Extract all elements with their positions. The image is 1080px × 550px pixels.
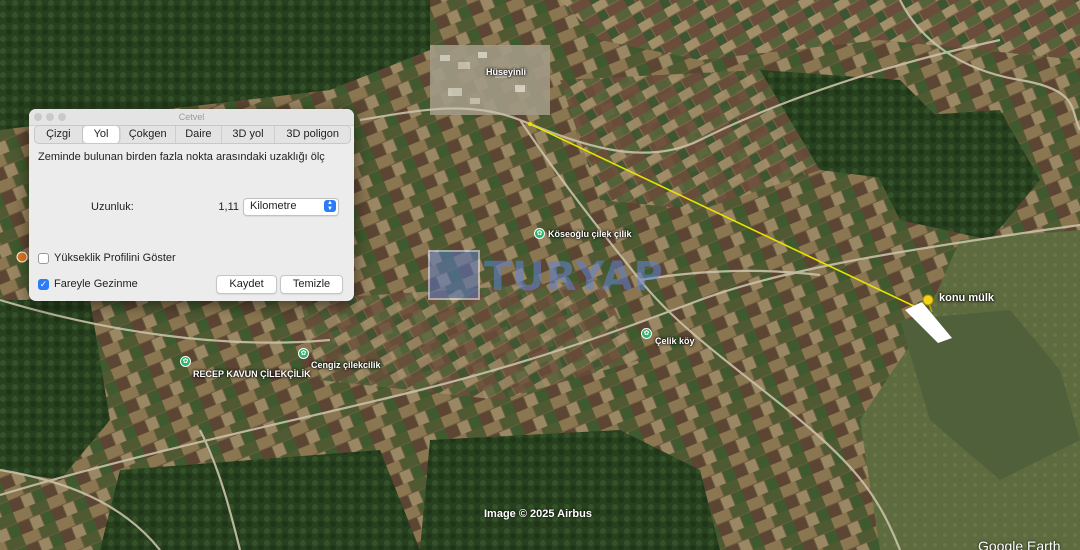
strawberry-farm-icon: ✿ — [298, 348, 309, 359]
place-marker-icon — [16, 251, 28, 263]
poi-celik[interactable]: ✿ Çelik köy — [641, 320, 695, 346]
chevron-updown-icon: ▲ ▼ — [324, 200, 336, 212]
strawberry-farm-icon: ✿ — [534, 228, 545, 239]
elevation-profile-label: Yükseklik Profilini Göster — [54, 252, 176, 264]
poi-recep-label: RECEP KAVUN ÇİLEKÇİLİK — [193, 369, 311, 379]
mode-description: Zeminde bulunan birden fazla nokta arası… — [38, 151, 325, 163]
tab-line[interactable]: Çizgi — [35, 126, 83, 143]
handshake-logo-icon — [428, 250, 480, 300]
length-label: Uzunluk: — [91, 201, 134, 213]
poi-cengiz-label: Cengiz çilekcilik — [311, 360, 381, 370]
mouse-navigation-checkbox[interactable]: ✓ — [38, 278, 49, 290]
elevation-profile-row[interactable]: Yükseklik Profilini Göster — [38, 252, 176, 264]
village-label: Hüseyinli — [486, 67, 527, 77]
ruler-dialog: Cetvel Çizgi Yol Çokgen Daire 3D yol 3D … — [29, 109, 354, 301]
imagery-credit: Image © 2025 Airbus — [484, 508, 592, 520]
strawberry-farm-icon: ✿ — [180, 356, 191, 367]
dialog-title: Cetvel — [178, 112, 205, 122]
tab-path[interactable]: Yol — [82, 126, 121, 143]
unit-select-value: Kilometre — [250, 200, 297, 212]
minimize-window-icon[interactable] — [46, 113, 54, 121]
elevation-profile-checkbox[interactable] — [38, 252, 49, 264]
mouse-navigation-row[interactable]: ✓ Fareyle Gezinme — [38, 278, 138, 290]
watermark: TURYAP — [428, 250, 663, 302]
strawberry-farm-icon: ✿ — [641, 327, 652, 339]
save-button[interactable]: Kaydet — [216, 275, 277, 294]
tab-circle[interactable]: Daire — [176, 126, 222, 143]
close-window-icon[interactable] — [34, 113, 42, 121]
poi-cengiz[interactable]: ✿ — [298, 348, 309, 359]
unit-select[interactable]: Kilometre ▲ ▼ — [243, 198, 339, 216]
poi-recep[interactable]: ✿ — [180, 356, 191, 367]
property-label: konu mülk — [939, 292, 995, 304]
provider-logo: Google Earth — [978, 538, 1061, 550]
measure-mode-tabs: Çizgi Yol Çokgen Daire 3D yol 3D poligon — [34, 125, 351, 144]
mouse-navigation-label: Fareyle Gezinme — [54, 278, 138, 290]
clear-button[interactable]: Temizle — [280, 275, 343, 294]
tab-3d-path[interactable]: 3D yol — [222, 126, 276, 143]
watermark-text: TURYAP — [484, 254, 664, 300]
poi-kose[interactable]: ✿ Köseoğlu çilek çilik — [534, 228, 632, 239]
length-value: 1,11 — [218, 201, 239, 213]
tab-polygon[interactable]: Çokgen — [120, 126, 177, 143]
poi-kose-label: Köseoğlu çilek çilik — [548, 228, 632, 239]
tab-3d-polygon[interactable]: 3D poligon — [275, 126, 350, 143]
dialog-titlebar[interactable]: Cetvel — [29, 109, 354, 126]
poi-celik-label: Çelik köy — [655, 336, 695, 346]
zoom-window-icon[interactable] — [58, 113, 66, 121]
